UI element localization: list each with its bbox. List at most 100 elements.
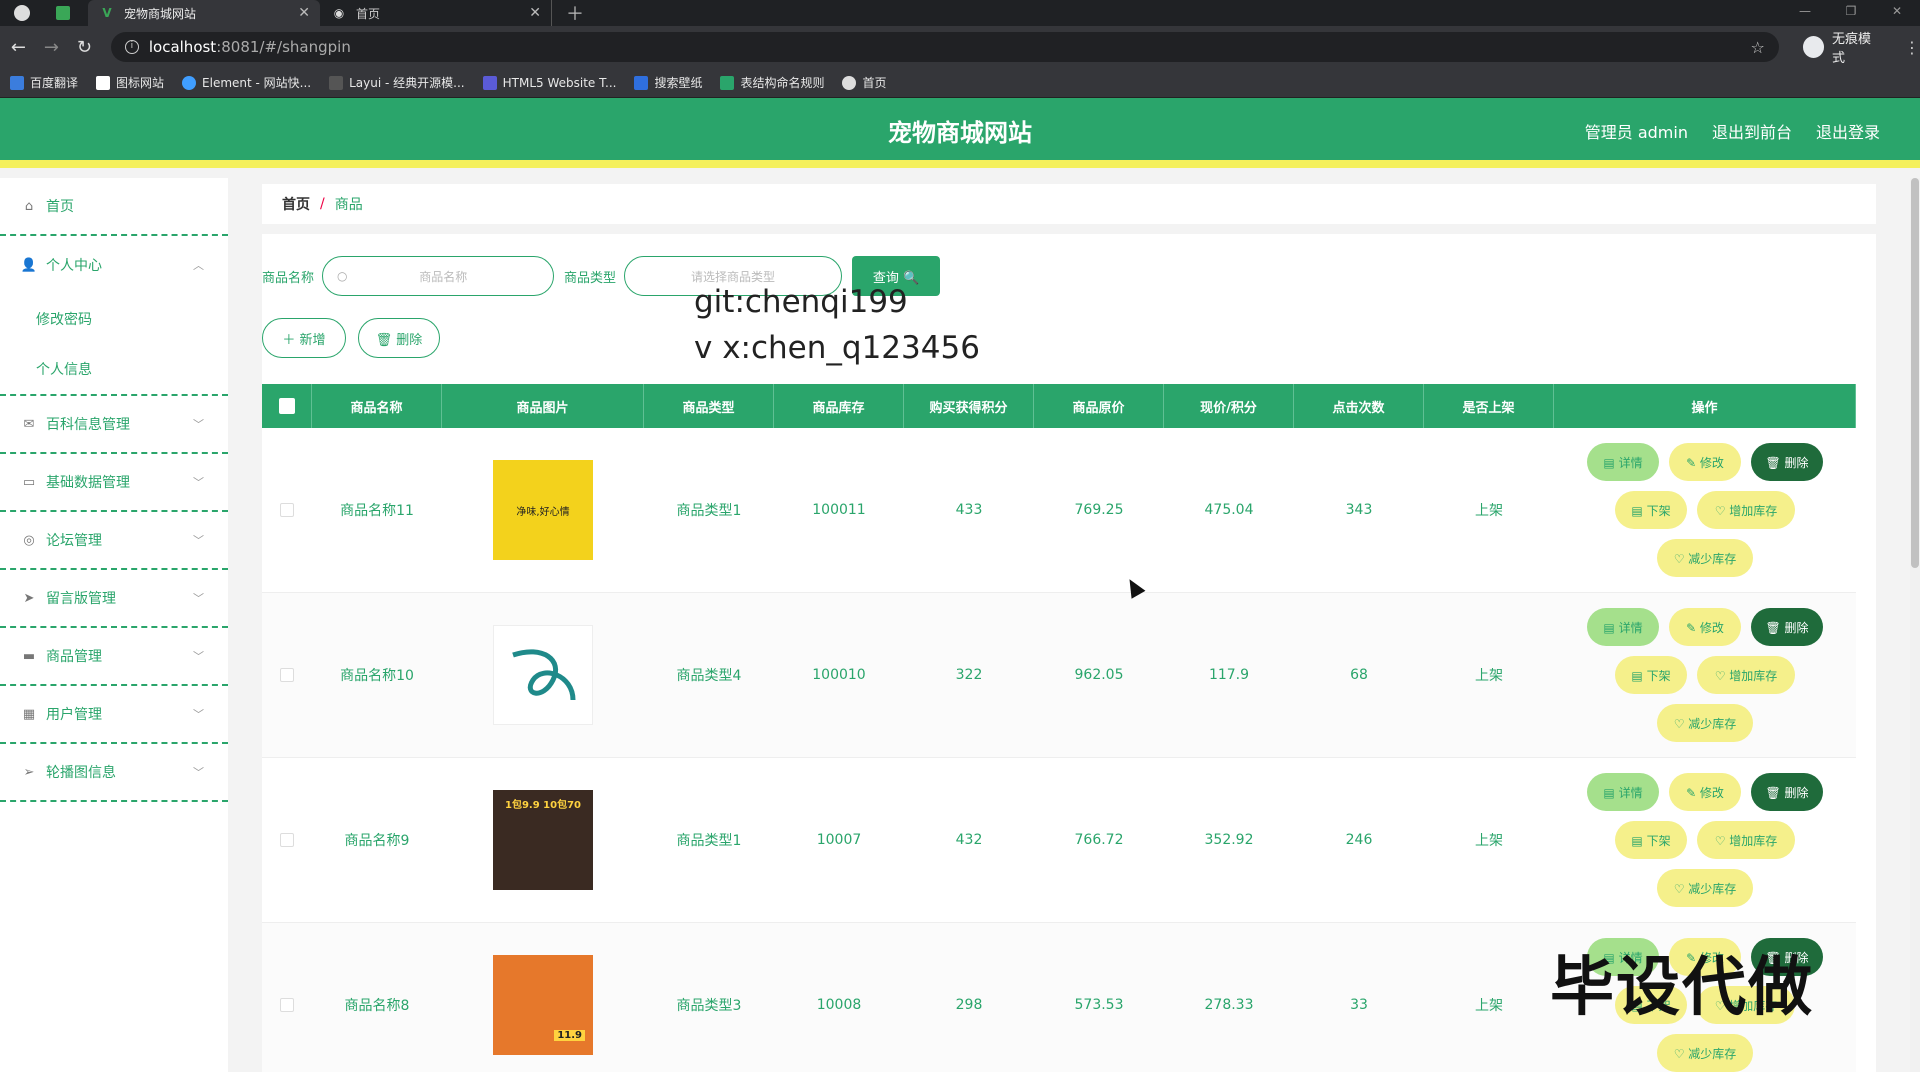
cell-original-price: 962.05 [1074,667,1124,683]
breadcrumb-separator: / [320,196,325,212]
row-checkbox[interactable] [280,998,294,1012]
sidebar-subitem-profile[interactable]: 个人信息 [0,344,228,394]
row-checkbox[interactable] [280,833,294,847]
batch-delete-button[interactable]: 🗑 删除 [358,318,440,358]
add-stock-button[interactable]: ♡ 增加库存 [1697,656,1795,694]
add-stock-button[interactable]: ♡ 增加库存 [1697,491,1795,529]
incognito-badge[interactable]: 无痕模式 [1802,28,1882,66]
row-checkbox[interactable] [280,503,294,517]
cell-operations: ▤ 详情 ✎ 修改 🗑 删除 ▤ 下架 ♡ 增加库存 ♡ 减少库存 [1554,428,1856,592]
bookmark-item[interactable]: 首页 [842,74,887,91]
bookmark-item[interactable]: Element - 网站快... [182,74,311,91]
bookmark-item[interactable]: Layui - 经典开源模... [329,74,465,91]
bookmark-label: 首页 [862,76,887,90]
cell-current-price: 117.9 [1208,667,1250,683]
sidebar-item-basedata[interactable]: ▭ 基础数据管理 ﹀ [0,454,228,512]
reduce-stock-button[interactable]: ♡ 减少库存 [1657,1034,1753,1072]
off-shelf-button[interactable]: ▤ 下架 [1615,491,1687,529]
sidebar-subitem-password[interactable]: 修改密码 [0,294,228,344]
translate-icon [10,75,24,90]
breadcrumb-home[interactable]: 首页 [282,194,310,214]
reduce-stock-button[interactable]: ♡ 减少库存 [1657,869,1753,907]
sidebar-item-label: 用户管理 [46,707,102,723]
delete-button[interactable]: 🗑 删除 [1751,443,1823,481]
sidebar-item-forum[interactable]: ◎ 论坛管理 ﹀ [0,512,228,570]
edit-button[interactable]: ✎ 修改 [1669,443,1741,481]
search-icon: ○ [337,269,348,283]
off-shelf-button[interactable]: ▤ 下架 [1615,821,1687,859]
sidebar-item-label: 商品管理 [46,649,102,665]
detail-button[interactable]: ▤ 详情 [1587,608,1659,646]
page-scrollbar[interactable] [1910,178,1920,1072]
product-image[interactable]: 净味,好心情 [493,460,593,560]
bookmark-label: 表结构命名规则 [740,76,825,90]
info-icon[interactable]: i [124,40,139,54]
restore-icon[interactable]: ❐ [1828,0,1874,22]
bookmark-star-icon[interactable]: ☆ [1751,38,1765,57]
reduce-stock-button[interactable]: ♡ 减少库存 [1657,704,1753,742]
close-tab-icon[interactable]: ✕ [298,5,310,21]
bookmark-item[interactable]: HTML5 Website T... [482,75,616,90]
breadcrumb: 首页 / 商品 [262,184,1876,224]
bookmark-item[interactable]: 图标网站 [96,74,164,91]
wallpaper-icon [634,75,649,90]
add-button[interactable]: ＋ 新增 [262,318,346,358]
to-front-link[interactable]: 退出到前台 [1712,98,1792,168]
detail-button[interactable]: ▤ 详情 [1587,443,1659,481]
sidebar-item-carousel[interactable]: ➢ 轮播图信息 ﹀ [0,744,228,802]
row-checkbox[interactable] [280,668,294,682]
chevron-down-icon: ﹀ [193,708,204,721]
add-stock-button[interactable]: ♡ 增加库存 [1697,821,1795,859]
scrollbar-thumb[interactable] [1911,178,1919,568]
detail-button[interactable]: ▤ 详情 [1587,773,1659,811]
sidebar-item-home[interactable]: ⌂ 首页 [0,178,228,236]
off-shelf-button[interactable]: ▤ 下架 [1615,656,1687,694]
logout-link[interactable]: 退出登录 [1816,98,1880,168]
browser-tab-active[interactable]: V 宠物商城网站 ✕ [88,0,320,26]
app-tab-icon[interactable] [56,6,70,20]
close-tab-icon[interactable]: ✕ [529,5,541,21]
cell-stock: 100011 [812,502,866,518]
menu-kebab-icon[interactable]: ⋮ [1904,38,1920,57]
chevron-down-icon: ﹀ [193,766,204,779]
reduce-stock-button[interactable]: ♡ 减少库存 [1657,539,1753,577]
bookmark-item[interactable]: 搜索壁纸 [634,74,702,91]
url-input[interactable]: i localhost:8081/#/shangpin ☆ [110,32,1779,62]
name-search-input[interactable]: ○ 商品名称 [322,256,555,296]
select-all-checkbox[interactable] [278,398,295,414]
sidebar-item-message[interactable]: ➤ 留言版管理 ﹀ [0,570,228,628]
sidebar-item-users[interactable]: ▦ 用户管理 ﹀ [0,686,228,744]
delete-button[interactable]: 🗑 删除 [1751,608,1823,646]
user-icon: 👤 [20,257,38,273]
product-image[interactable] [493,625,593,725]
minimize-icon[interactable]: — [1782,0,1828,22]
cell-shelf-status: 上架 [1475,668,1503,684]
browser-tabbar: V 宠物商城网站 ✕ ◉ 首页 ✕ ＋ — ❐ ✕ [0,0,1920,26]
close-window-icon[interactable]: ✕ [1874,0,1920,22]
bookmark-item[interactable]: 表结构命名规则 [720,74,824,91]
table-row: 商品名称11 净味,好心情 商品类型1 100011 433 769.25 47… [262,428,1856,593]
browser-tab-inactive[interactable]: ◉ 首页 ✕ [320,0,552,26]
forward-icon[interactable]: → [37,37,66,58]
delete-button[interactable]: 🗑 删除 [1751,773,1823,811]
cell-current-price: 278.33 [1204,997,1254,1013]
table-header: 商品名称 商品图片 商品类型 商品库存 购买获得积分 商品原价 现价/积分 点击… [262,384,1856,428]
product-image-text: 净味,好心情 [516,506,570,518]
bookmark-item[interactable]: 百度翻译 [10,74,78,91]
url-path: :8081/#/shangpin [216,38,351,56]
reload-icon[interactable]: ↻ [70,37,99,58]
sidebar-item-goods[interactable]: ▬ 商品管理 ﹀ [0,628,228,686]
back-icon[interactable]: ← [4,37,33,58]
edit-button[interactable]: ✎ 修改 [1669,608,1741,646]
cell-shelf-status: 上架 [1475,833,1503,849]
product-image[interactable]: 11.9 [493,955,593,1055]
cell-type: 商品类型4 [676,668,742,684]
sidebar-item-label: 百科信息管理 [46,417,130,433]
product-image[interactable]: 1包9.9 10包70 [493,790,593,890]
edit-button[interactable]: ✎ 修改 [1669,773,1741,811]
new-tab-icon[interactable]: ＋ [566,0,584,26]
sidebar-item-encyclopedia[interactable]: ✉ 百科信息管理 ﹀ [0,396,228,454]
ticket-icon: ▬ [22,648,36,664]
compass-icon: ◎ [23,532,35,548]
sidebar-item-personal[interactable]: 👤 个人中心 ︿ [0,236,228,294]
